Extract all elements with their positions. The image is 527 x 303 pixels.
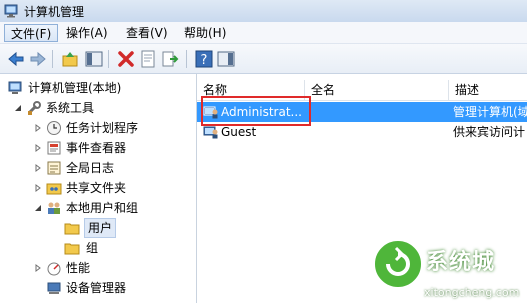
tree-item-shared-folders[interactable]: 共享文件夹: [6, 178, 196, 198]
tree-label-device-manager: 设备管理器: [66, 281, 127, 295]
list-cell-description: 供来宾访问计: [453, 125, 526, 139]
collapsed-arrow-icon[interactable]: [34, 124, 42, 132]
performance-icon: [47, 262, 61, 276]
tree-label-event-viewer: 事件查看器: [66, 141, 127, 155]
collapsed-arrow-icon[interactable]: [34, 184, 42, 192]
forward-icon[interactable]: [28, 49, 48, 69]
watermark-logo-icon: [373, 239, 423, 289]
tree-label-root: 计算机管理(本地): [28, 81, 122, 95]
export-list-icon[interactable]: [160, 49, 180, 69]
collapsed-arrow-icon[interactable]: [34, 264, 42, 272]
user-icon: [203, 126, 218, 139]
watermark-url: xitongcheng.com: [424, 286, 520, 299]
watermark-brand: 系统城: [426, 250, 496, 275]
shared-folder-icon: [46, 183, 62, 195]
tree-label-task-scheduler: 任务计划程序: [66, 121, 139, 135]
back-icon[interactable]: [6, 49, 26, 69]
tree-label-shared-folders: 共享文件夹: [66, 181, 127, 195]
computer-management-icon: [4, 4, 18, 18]
device-manager-icon: [47, 282, 61, 294]
tree-item-local-users-groups[interactable]: 本地用户和组: [6, 198, 196, 218]
collapsed-arrow-icon[interactable]: [34, 144, 42, 152]
log-icon: [47, 161, 61, 175]
clock-icon: [47, 121, 61, 135]
tree-pane: 计算机管理(本地) 系统工具 任务计划程序 事件查看器 全局日志 共享文件夹 本…: [0, 74, 197, 303]
tree-item-global-log[interactable]: 全局日志: [6, 158, 196, 178]
users-group-icon: [48, 202, 60, 214]
highlight-annotation-box: [201, 96, 311, 126]
tree-item-users[interactable]: 用户: [6, 218, 196, 238]
properties-icon[interactable]: [138, 49, 158, 69]
folder-icon: [64, 223, 80, 235]
computer-management-icon: [8, 81, 22, 94]
tree-label-performance: 性能: [66, 261, 91, 275]
tree-item-groups[interactable]: 组: [6, 238, 196, 258]
tree-label-global-log: 全局日志: [66, 161, 115, 175]
column-header-description[interactable]: 描述: [449, 80, 527, 100]
toolbar-separator: [52, 50, 53, 68]
menu-view[interactable]: 查看(V): [120, 24, 174, 42]
toolbar: ?: [0, 44, 527, 74]
delete-icon[interactable]: [116, 49, 136, 69]
tree-item-task-scheduler[interactable]: 任务计划程序: [6, 118, 196, 138]
collapsed-arrow-icon[interactable]: [34, 164, 42, 172]
tree-label-local-users-groups: 本地用户和组: [66, 201, 139, 215]
toolbar-separator: [186, 50, 187, 68]
tree-item-system-tools[interactable]: 系统工具: [6, 98, 196, 118]
help-icon[interactable]: ?: [194, 49, 214, 69]
menu-action[interactable]: 操作(A): [60, 24, 114, 42]
window-title: 计算机管理: [24, 5, 85, 19]
tree-item-event-viewer[interactable]: 事件查看器: [6, 138, 196, 158]
toolbar-separator: [108, 50, 109, 68]
expanded-arrow-icon[interactable]: [14, 104, 22, 112]
folder-icon: [64, 243, 80, 255]
menu-help[interactable]: 帮助(H): [178, 24, 232, 42]
action-pane-icon[interactable]: [216, 49, 236, 69]
watermark: 系统城 xitongcheng.com: [360, 236, 527, 303]
tools-icon: [27, 101, 41, 115]
expanded-arrow-icon[interactable]: [34, 204, 42, 212]
show-hide-tree-icon[interactable]: [84, 49, 104, 69]
event-viewer-icon: [47, 141, 61, 155]
list-cell-description: 管理计算机(域: [453, 105, 527, 119]
tree-item-device-manager[interactable]: 设备管理器: [6, 278, 196, 298]
menu-file[interactable]: 文件(F): [4, 24, 59, 42]
tree-label-system-tools: 系统工具: [46, 101, 95, 115]
column-header-fullname[interactable]: 全名: [305, 80, 449, 100]
tree-item-performance[interactable]: 性能: [6, 258, 196, 278]
title-bar: 计算机管理: [0, 0, 527, 22]
tree-item-root[interactable]: 计算机管理(本地): [6, 78, 196, 98]
tree-label-groups: 组: [86, 241, 99, 255]
menu-bar: 文件(F) 操作(A) 查看(V) 帮助(H): [0, 22, 527, 44]
up-folder-icon[interactable]: [60, 49, 80, 69]
svg-text:?: ?: [201, 53, 208, 68]
tree-label-users: 用户: [84, 218, 117, 238]
